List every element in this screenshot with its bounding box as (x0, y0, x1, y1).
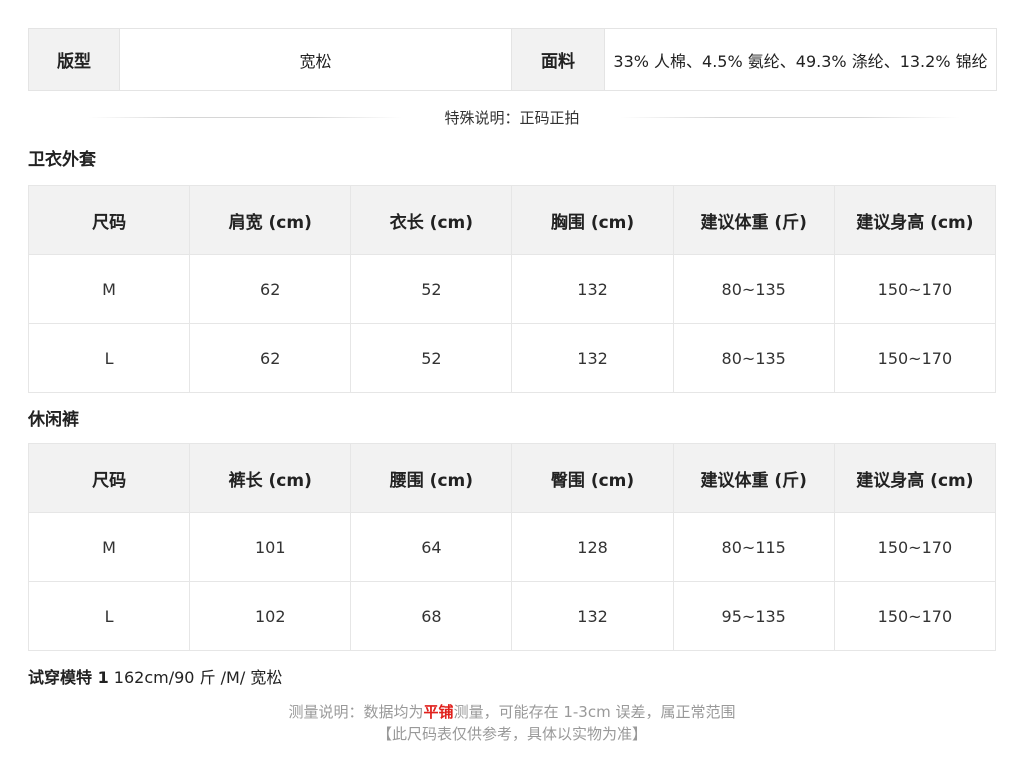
fabric-label: 面料 (511, 28, 605, 91)
header-cell: 裤长 (cm) (189, 443, 352, 513)
table-row: L 102 68 132 95~135 150~170 (27, 581, 997, 651)
table-cell: 150~170 (833, 254, 997, 324)
disclaimer-line: 【此尺码表仅供参考，具体以实物为准】 (376, 725, 647, 743)
table-cell: 150~170 (833, 323, 997, 393)
special-note: 特殊说明：正码正拍 (444, 108, 580, 127)
divider-left (88, 117, 402, 118)
note-prefix: 测量说明：数据均为 (288, 703, 424, 721)
header-cell: 建议体重 (斤) (672, 443, 835, 513)
header-cell: 胸围 (cm) (511, 185, 674, 255)
measurement-note-line1: 测量说明：数据均为平铺测量，可能存在 1-3cm 误差，属正常范围 (28, 701, 996, 723)
note-highlight: 平铺 (423, 703, 454, 721)
header-cell: 尺码 (27, 443, 191, 513)
table-cell: 80~135 (672, 254, 835, 324)
table-cell: 132 (511, 581, 674, 651)
hoodie-size-table: 尺码 肩宽 (cm) 衣长 (cm) 胸围 (cm) 建议体重 (斤) 建议身高… (27, 185, 997, 393)
header-cell: 腰围 (cm) (350, 443, 513, 513)
table-cell: 80~135 (672, 323, 835, 393)
fit-value: 宽松 (119, 28, 512, 91)
table-row: M 101 64 128 80~115 150~170 (27, 512, 997, 582)
table-row: L 62 52 132 80~135 150~170 (27, 323, 997, 393)
size-chart-page: 版型 宽松 面料 33% 人棉、4.5% 氨纶、49.3% 涤纶、13.2% 锦… (27, 28, 997, 745)
table-cell: L (27, 323, 191, 393)
header-cell: 建议身高 (cm) (833, 443, 997, 513)
fit-label: 版型 (28, 28, 120, 91)
table-cell: M (27, 254, 191, 324)
note-suffix: 测量，可能存在 1-3cm 误差，属正常范围 (453, 703, 736, 721)
hoodie-section-title: 卫衣外套 (28, 150, 96, 170)
header-cell: 建议体重 (斤) (672, 185, 835, 255)
attribute-row: 版型 宽松 面料 33% 人棉、4.5% 氨纶、49.3% 涤纶、13.2% 锦… (28, 28, 997, 91)
table-cell: 52 (350, 323, 513, 393)
table-cell: 62 (189, 254, 352, 324)
table-header-row: 尺码 肩宽 (cm) 衣长 (cm) 胸围 (cm) 建议体重 (斤) 建议身高… (27, 185, 997, 255)
model-info: 试穿模特 1 162cm/90 斤 /M/ 宽松 (28, 665, 996, 691)
table-cell: 128 (511, 512, 674, 582)
table-cell: 68 (350, 581, 513, 651)
table-cell: 62 (189, 323, 352, 393)
header-cell: 尺码 (27, 185, 191, 255)
table-cell: 52 (350, 254, 513, 324)
table-cell: 150~170 (833, 512, 997, 582)
table-cell: M (27, 512, 191, 582)
table-row: M 62 52 132 80~135 150~170 (27, 254, 997, 324)
table-cell: 132 (511, 323, 674, 393)
header-cell: 建议身高 (cm) (833, 185, 997, 255)
pants-size-table: 尺码 裤长 (cm) 腰围 (cm) 臀围 (cm) 建议体重 (斤) 建议身高… (27, 443, 997, 651)
measurement-note: 测量说明：数据均为平铺测量，可能存在 1-3cm 误差，属正常范围 【此尺码表仅… (28, 701, 996, 745)
header-cell: 臀围 (cm) (511, 443, 674, 513)
pants-section-title: 休闲裤 (28, 410, 79, 430)
header-cell: 衣长 (cm) (350, 185, 513, 255)
table-header-row: 尺码 裤长 (cm) 腰围 (cm) 臀围 (cm) 建议体重 (斤) 建议身高… (27, 443, 997, 513)
table-cell: 95~135 (672, 581, 835, 651)
model-value: 162cm/90 斤 /M/ 宽松 (108, 668, 283, 687)
header-cell: 肩宽 (cm) (189, 185, 352, 255)
table-cell: 64 (350, 512, 513, 582)
model-label: 试穿模特 1 (28, 668, 109, 687)
fabric-value: 33% 人棉、4.5% 氨纶、49.3% 涤纶、13.2% 锦纶 (604, 28, 997, 91)
table-cell: 150~170 (833, 581, 997, 651)
table-cell: 80~115 (672, 512, 835, 582)
table-cell: 132 (511, 254, 674, 324)
divider-right (620, 117, 960, 118)
table-cell: 101 (189, 512, 352, 582)
special-note-row: 特殊说明：正码正拍 (28, 91, 996, 137)
attribute-table: 版型 宽松 面料 33% 人棉、4.5% 氨纶、49.3% 涤纶、13.2% 锦… (28, 28, 997, 91)
table-cell: 102 (189, 581, 352, 651)
table-cell: L (27, 581, 191, 651)
